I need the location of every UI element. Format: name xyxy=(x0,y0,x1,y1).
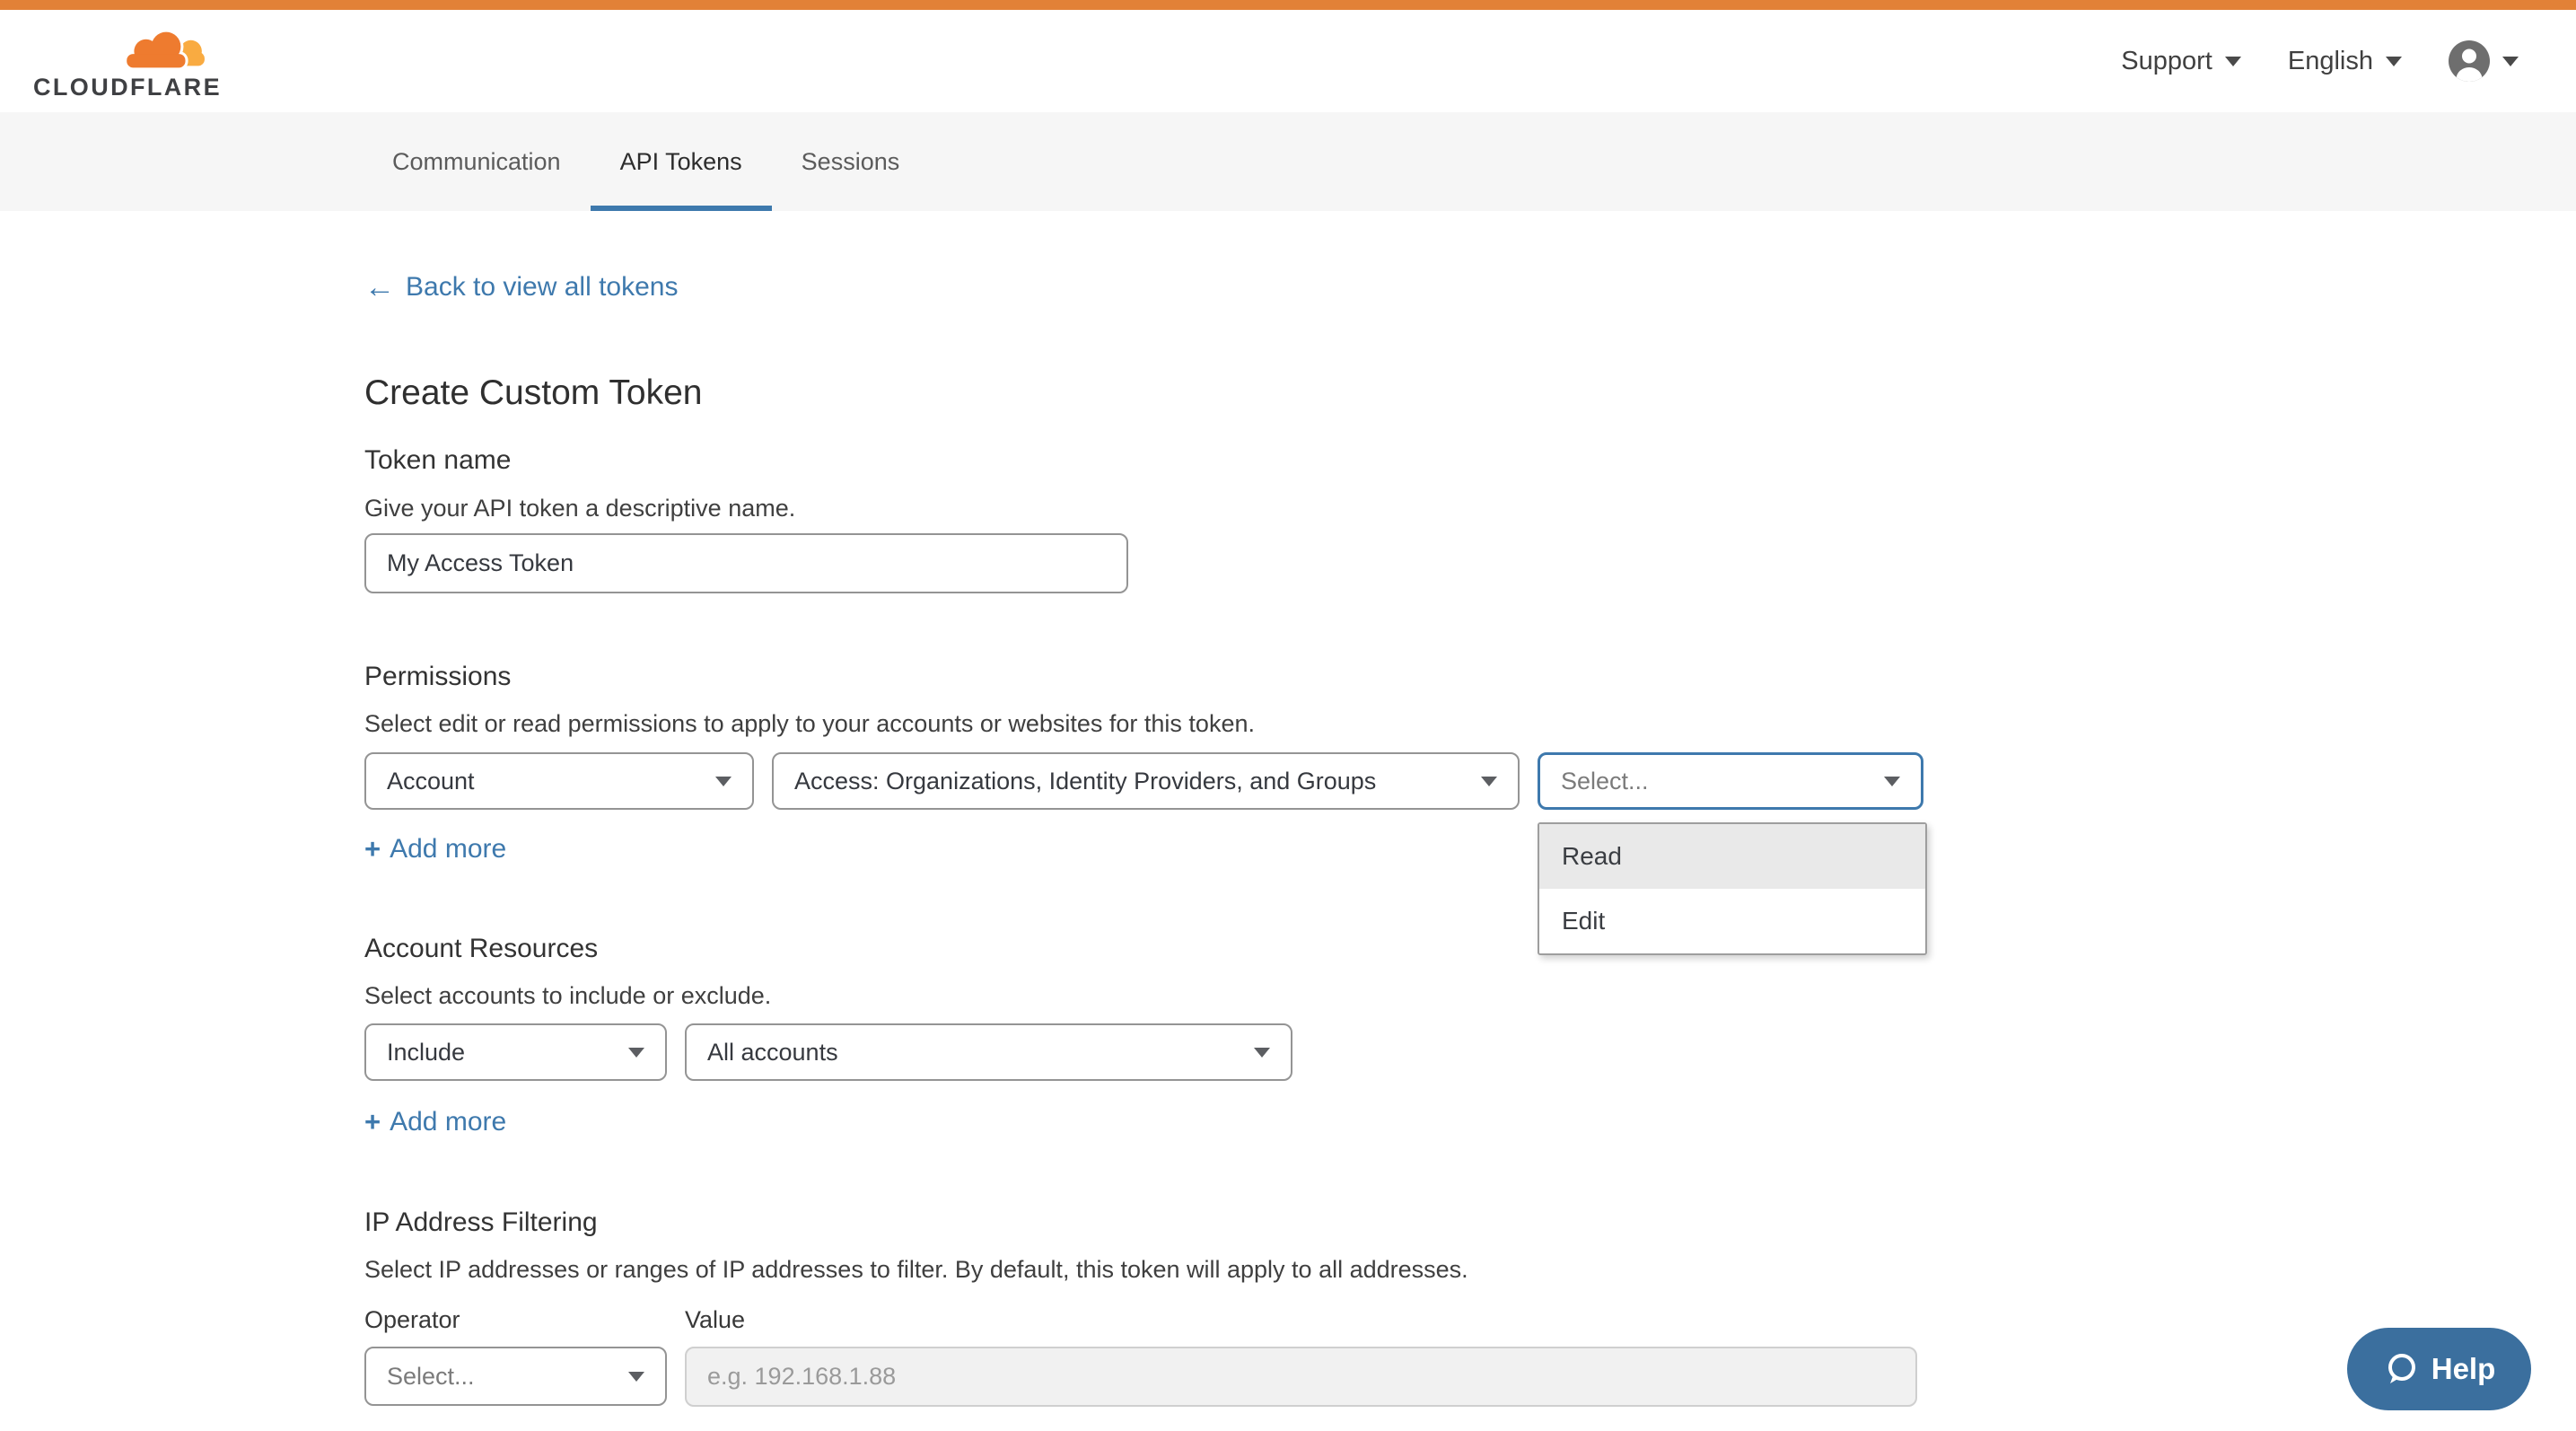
plus-icon: + xyxy=(364,1106,381,1138)
cloudflare-logo[interactable]: CLOUDFLARE xyxy=(33,26,208,103)
tab-api-tokens[interactable]: API Tokens xyxy=(591,112,772,211)
support-menu-label: Support xyxy=(2121,47,2212,76)
page-title: Create Custom Token xyxy=(364,373,702,413)
chevron-down-icon xyxy=(1254,1048,1270,1058)
account-resources-heading: Account Resources xyxy=(364,934,598,964)
ip-filtering-heading: IP Address Filtering xyxy=(364,1207,598,1238)
resource-selection-value: All accounts xyxy=(707,1039,838,1067)
chevron-down-icon xyxy=(2386,57,2402,66)
resource-mode-select[interactable]: Include xyxy=(364,1023,667,1081)
menu-option-read[interactable]: Read xyxy=(1539,824,1925,889)
active-tab-underline xyxy=(591,206,772,211)
tab-label: Communication xyxy=(392,148,561,176)
account-resources-description: Select accounts to include or exclude. xyxy=(364,982,771,1010)
chevron-down-icon xyxy=(1481,777,1497,786)
chevron-down-icon xyxy=(2502,57,2519,66)
add-more-resources-link[interactable]: + Add more xyxy=(364,1106,506,1138)
support-menu[interactable]: Support xyxy=(2121,47,2241,76)
tab-label: API Tokens xyxy=(620,148,742,176)
add-more-permissions-link[interactable]: + Add more xyxy=(364,833,506,865)
value-label: Value xyxy=(685,1306,745,1334)
add-more-label: Add more xyxy=(390,1107,506,1137)
account-menu[interactable] xyxy=(2449,40,2519,82)
chevron-down-icon xyxy=(628,1048,644,1058)
profile-tabs: Communication API Tokens Sessions xyxy=(0,112,2576,211)
header-right-nav: Support English xyxy=(2121,10,2519,112)
back-to-tokens-link[interactable]: ← Back to view all tokens xyxy=(364,272,678,303)
cloudflare-profile-page: CLOUDFLARE Support English xyxy=(0,0,2576,1431)
permissions-description: Select edit or read permissions to apply… xyxy=(364,710,1255,738)
ip-filtering-description: Select IP addresses or ranges of IP addr… xyxy=(364,1256,1468,1284)
plus-icon: + xyxy=(364,833,381,865)
chevron-down-icon xyxy=(715,777,732,786)
ip-operator-select[interactable]: Select... xyxy=(364,1347,667,1406)
back-link-label: Back to view all tokens xyxy=(406,272,678,303)
permission-access-select[interactable]: Select... xyxy=(1538,752,1923,810)
ip-value-input[interactable] xyxy=(685,1347,1917,1407)
chevron-down-icon xyxy=(628,1372,644,1382)
permission-scope-value: Account xyxy=(387,768,475,795)
access-options-menu: Read Edit xyxy=(1538,822,1927,955)
tab-sessions[interactable]: Sessions xyxy=(772,112,930,211)
resource-mode-value: Include xyxy=(387,1039,465,1067)
language-menu-label: English xyxy=(2288,47,2373,76)
permission-resource-select[interactable]: Access: Organizations, Identity Provider… xyxy=(772,752,1520,810)
chevron-down-icon xyxy=(1884,777,1900,786)
token-name-input[interactable] xyxy=(364,533,1128,593)
help-button[interactable]: Help xyxy=(2347,1328,2531,1410)
menu-option-edit[interactable]: Edit xyxy=(1539,889,1925,953)
permission-scope-select[interactable]: Account xyxy=(364,752,754,810)
help-button-label: Help xyxy=(2431,1352,2496,1386)
user-avatar-icon xyxy=(2449,40,2490,82)
token-name-heading: Token name xyxy=(364,445,511,476)
permissions-heading: Permissions xyxy=(364,662,511,692)
back-arrow-icon: ← xyxy=(364,274,395,301)
cloudflare-cloud-icon xyxy=(117,26,208,75)
token-name-description: Give your API token a descriptive name. xyxy=(364,495,795,522)
operator-label: Operator xyxy=(364,1306,460,1334)
language-menu[interactable]: English xyxy=(2288,47,2402,76)
permission-access-placeholder: Select... xyxy=(1561,768,1649,795)
resource-selection-select[interactable]: All accounts xyxy=(685,1023,1292,1081)
cloudflare-logo-text: CLOUDFLARE xyxy=(33,74,208,101)
top-accent-bar xyxy=(0,0,2576,10)
ip-operator-placeholder: Select... xyxy=(387,1363,475,1391)
header: CLOUDFLARE Support English xyxy=(0,10,2576,112)
chevron-down-icon xyxy=(2225,57,2241,66)
tab-communication[interactable]: Communication xyxy=(363,112,591,211)
permission-resource-value: Access: Organizations, Identity Provider… xyxy=(794,768,1376,795)
tab-label: Sessions xyxy=(802,148,900,176)
chat-bubble-icon xyxy=(2383,1351,2419,1387)
add-more-label: Add more xyxy=(390,834,506,865)
